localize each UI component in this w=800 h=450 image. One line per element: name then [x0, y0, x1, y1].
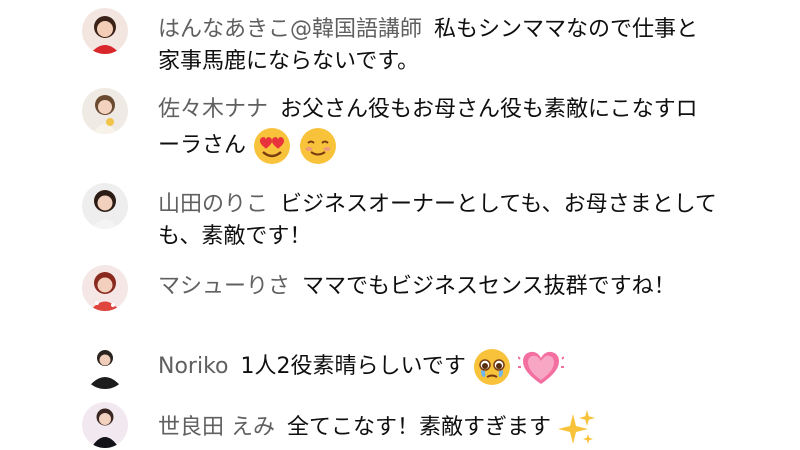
- live-chat-list: はんなあきこ@韓国語講師 私もシンママなので仕事と家事馬鹿にならないです。 佐々木…: [0, 0, 800, 450]
- avatar[interactable]: [82, 88, 128, 134]
- avatar[interactable]: [82, 402, 128, 448]
- heart-eyes-emoji: [252, 126, 292, 166]
- avatar[interactable]: [82, 343, 128, 389]
- avatar-image: [82, 88, 128, 134]
- growing-heart-emoji: [517, 347, 564, 387]
- avatar[interactable]: [82, 8, 128, 54]
- chat-author-name[interactable]: 世良田 えみ: [158, 415, 275, 440]
- avatar[interactable]: [82, 265, 128, 311]
- pleading-tears-emoji: [472, 347, 512, 387]
- avatar-image: [82, 8, 128, 54]
- chat-author-name[interactable]: マシューりさ: [158, 274, 290, 299]
- chat-author-name[interactable]: 山田のりこ: [158, 192, 268, 217]
- smiling-blush-emoji: [298, 126, 338, 166]
- chat-author-name[interactable]: 佐々木ナナ: [158, 97, 268, 122]
- avatar-image: [82, 343, 128, 389]
- chat-message-text: ママでもビジネスセンス抜群ですね！: [302, 274, 676, 299]
- avatar-image: [82, 265, 128, 311]
- chat-message-text: 1人2役素晴らしいです: [240, 354, 466, 379]
- avatar[interactable]: [82, 183, 128, 229]
- chat-author-name[interactable]: Noriko: [158, 354, 229, 379]
- chat-author-name[interactable]: はんなあきこ@韓国語講師: [158, 17, 422, 42]
- avatar-image: [82, 402, 128, 448]
- sparkles-emoji: [557, 408, 597, 448]
- chat-message-text: 全てこなす！素敵すぎます: [287, 415, 552, 440]
- avatar-image: [82, 183, 128, 229]
